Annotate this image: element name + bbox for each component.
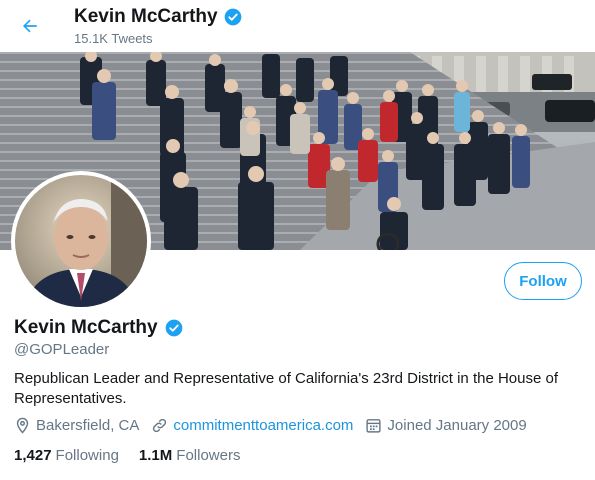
following-count: 1,427 <box>14 447 52 464</box>
followers-count: 1.1M <box>138 447 173 464</box>
profile-stats: 1,427 Following 1.1M Followers <box>14 447 260 464</box>
profile-handle: @GOPLeader <box>14 341 110 358</box>
link-icon <box>153 418 167 433</box>
profile-name-text: Kevin McCarthy <box>14 317 158 338</box>
verified-badge-icon <box>165 319 182 337</box>
follow-button[interactable]: Follow <box>504 262 582 300</box>
profile-meta: Bakersfield, CA commitmenttoamerica.com … <box>14 417 539 434</box>
profile-avatar[interactable] <box>11 171 151 311</box>
back-button[interactable] <box>14 10 46 42</box>
avatar-photo <box>15 175 147 307</box>
location-pin-icon <box>16 417 29 434</box>
followers-link[interactable]: 1.1M Followers <box>139 447 241 464</box>
tweet-count: 15.1K Tweets <box>74 31 153 46</box>
website-item: commitmenttoamerica.com <box>151 417 353 434</box>
profile-display-name: Kevin McCarthy <box>14 317 184 339</box>
profile-bio: Republican Leader and Representative of … <box>14 370 558 407</box>
followers-label: Followers <box>176 447 241 464</box>
arrow-left-icon <box>23 19 37 33</box>
location-text: Bakersfield, CA <box>36 417 140 434</box>
header-title: Kevin McCarthy <box>74 6 243 28</box>
joined-text: Joined January 2009 <box>387 417 527 434</box>
joined-item: Joined January 2009 <box>365 417 527 434</box>
location-item: Bakersfield, CA <box>14 417 139 434</box>
calendar-icon <box>366 419 382 433</box>
website-link[interactable]: commitmenttoamerica.com <box>173 417 353 434</box>
header-name: Kevin McCarthy <box>74 6 218 27</box>
profile-header-bar: Kevin McCarthy 15.1K Tweets <box>0 0 595 52</box>
verified-badge-icon <box>224 8 241 26</box>
following-link[interactable]: 1,427 Following <box>14 447 119 464</box>
following-label: Following <box>55 447 119 464</box>
